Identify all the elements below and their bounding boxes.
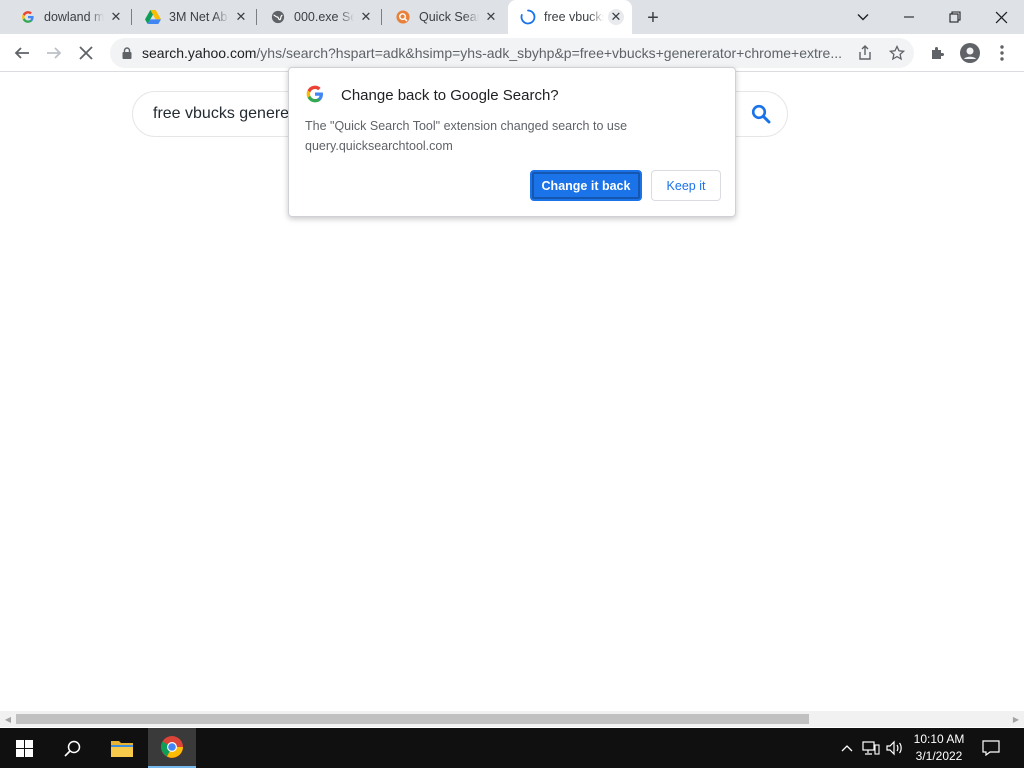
keep-it-button[interactable]: Keep it xyxy=(651,170,721,201)
new-tab-button[interactable]: + xyxy=(642,7,664,29)
tab-strip: dowland m ✕ 3M Net Ab ✕ 000.exe Se ✕ Qui… xyxy=(0,0,1024,34)
tab-title: dowland m xyxy=(44,10,104,24)
scrollbar-thumb[interactable] xyxy=(16,714,809,724)
tab-divider xyxy=(131,9,132,25)
dialog-message: The "Quick Search Tool" extension change… xyxy=(305,119,628,153)
chevron-down-icon xyxy=(857,14,869,21)
folder-icon xyxy=(111,741,133,757)
profile-button[interactable] xyxy=(956,39,984,67)
tab-google-search[interactable]: dowland m ✕ xyxy=(8,0,132,34)
globe-icon xyxy=(270,9,286,25)
google-logo-icon xyxy=(305,84,325,104)
dialog-title: Change back to Google Search? xyxy=(341,87,559,104)
search-icon xyxy=(63,740,80,757)
close-window-button[interactable] xyxy=(978,0,1024,34)
scroll-left-arrow-icon[interactable]: ◀ xyxy=(3,714,13,724)
horizontal-scrollbar[interactable]: ◀ ▶ xyxy=(0,711,1024,727)
extensions-button[interactable] xyxy=(924,39,952,67)
puzzle-piece-icon xyxy=(932,47,944,59)
close-tab-icon[interactable]: ✕ xyxy=(483,9,499,25)
tab-google-drive[interactable]: 3M Net Ab ✕ xyxy=(133,0,257,34)
clock-date: 3/1/2022 xyxy=(915,749,963,763)
chrome-taskbar-button[interactable] xyxy=(148,728,196,768)
tab-quick-search[interactable]: Quick Searc ✕ xyxy=(383,0,507,34)
tab-000-exe[interactable]: 000.exe Se ✕ xyxy=(258,0,382,34)
tab-divider xyxy=(256,9,257,25)
taskbar-search-button[interactable] xyxy=(48,728,96,768)
tab-title: 3M Net Ab xyxy=(169,10,228,24)
loading-spinner-icon xyxy=(520,9,536,25)
minimize-button[interactable] xyxy=(886,0,932,34)
menu-button[interactable] xyxy=(988,39,1016,67)
clock-time: 10:10 AM xyxy=(913,732,965,746)
stop-icon xyxy=(79,46,93,60)
avatar-icon xyxy=(960,43,980,63)
action-center-icon[interactable] xyxy=(982,738,1000,758)
scroll-right-arrow-icon[interactable]: ▶ xyxy=(1011,714,1021,724)
kebab-menu-icon xyxy=(1000,45,1004,61)
file-explorer-button[interactable] xyxy=(98,728,146,768)
close-tab-icon[interactable]: ✕ xyxy=(608,9,624,25)
tab-title: Quick Searc xyxy=(419,10,479,24)
tab-free-vbucks[interactable]: free vbucks ✕ xyxy=(508,0,632,34)
address-bar[interactable]: search.yahoo.com/yhs/search?hspart=adk&h… xyxy=(110,38,914,68)
google-icon xyxy=(20,9,36,25)
search-query-text: free vbucks genere xyxy=(153,105,290,122)
tab-search-button[interactable] xyxy=(840,0,886,34)
url-host: search.yahoo.com xyxy=(142,45,257,61)
back-button[interactable] xyxy=(8,39,36,67)
chrome-icon xyxy=(161,736,183,758)
url-text: search.yahoo.com/yhs/search?hspart=adk&h… xyxy=(142,45,847,61)
forward-button[interactable] xyxy=(40,39,68,67)
close-tab-icon[interactable]: ✕ xyxy=(358,9,374,25)
tab-divider xyxy=(381,9,382,25)
show-hidden-icons-chevron-icon[interactable] xyxy=(838,738,856,758)
lock-icon[interactable] xyxy=(120,46,134,60)
restore-button[interactable] xyxy=(932,0,978,34)
taskbar: 10:10 AM 3/1/2022 xyxy=(0,728,1024,768)
system-clock[interactable]: 10:10 AM 3/1/2022 xyxy=(904,731,974,765)
back-arrow-icon xyxy=(14,47,29,59)
close-tab-icon[interactable]: ✕ xyxy=(233,9,249,25)
google-drive-icon xyxy=(145,9,161,25)
url-path: /yhs/search?hspart=adk&hsimp=yhs-adk_sby… xyxy=(256,45,843,61)
tab-title: 000.exe Se xyxy=(294,10,354,24)
search-engine-change-dialog: Change back to Google Search? The "Quick… xyxy=(288,67,736,217)
close-icon xyxy=(995,11,1007,23)
windows-logo-icon xyxy=(15,739,33,757)
share-icon[interactable] xyxy=(856,44,874,62)
quick-search-icon xyxy=(395,9,411,25)
minimize-icon xyxy=(904,16,914,18)
forward-arrow-icon xyxy=(47,47,62,59)
restore-icon xyxy=(949,11,961,23)
bookmark-star-icon[interactable] xyxy=(888,44,906,62)
change-it-back-button[interactable]: Change it back xyxy=(530,170,642,201)
network-icon[interactable] xyxy=(862,738,880,758)
start-button[interactable] xyxy=(0,728,48,768)
close-tab-icon[interactable]: ✕ xyxy=(108,9,124,25)
search-icon[interactable] xyxy=(751,104,771,124)
volume-icon[interactable] xyxy=(886,738,904,758)
stop-loading-button[interactable] xyxy=(72,39,100,67)
tab-title: free vbucks xyxy=(544,10,604,24)
